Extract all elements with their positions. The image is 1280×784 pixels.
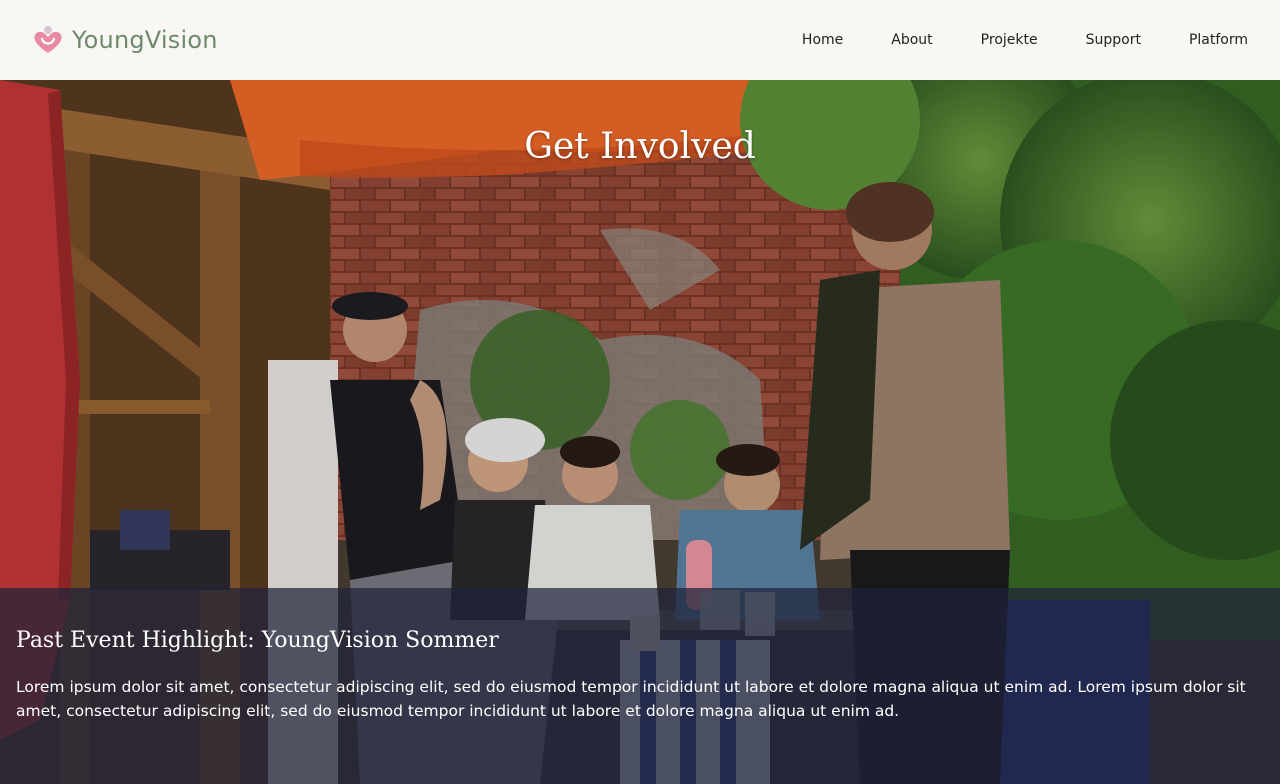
- nav-item-platform[interactable]: Platform: [1189, 32, 1248, 48]
- hero-title: Get Involved: [524, 126, 756, 167]
- brand-name: YoungVision: [72, 26, 218, 54]
- nav-item-support[interactable]: Support: [1086, 32, 1141, 48]
- main-nav: Home About Projekte Support Platform: [802, 32, 1248, 48]
- brand-link[interactable]: YoungVision: [32, 20, 218, 60]
- event-description: Lorem ipsum dolor sit amet, consectetur …: [16, 678, 1246, 720]
- site-header: YoungVision Home About Projekte Support …: [0, 0, 1280, 80]
- heart-person-icon: [34, 26, 62, 53]
- event-heading: Past Event Highlight: YoungVision Sommer: [16, 628, 499, 653]
- event-highlight-panel: Past Event Highlight: YoungVision Sommer…: [0, 588, 1280, 784]
- nav-item-projekte[interactable]: Projekte: [981, 32, 1038, 48]
- hero-section: Get Involved Past Event Highlight: Young…: [0, 80, 1280, 784]
- nav-item-home[interactable]: Home: [802, 32, 843, 48]
- nav-item-about[interactable]: About: [891, 32, 932, 48]
